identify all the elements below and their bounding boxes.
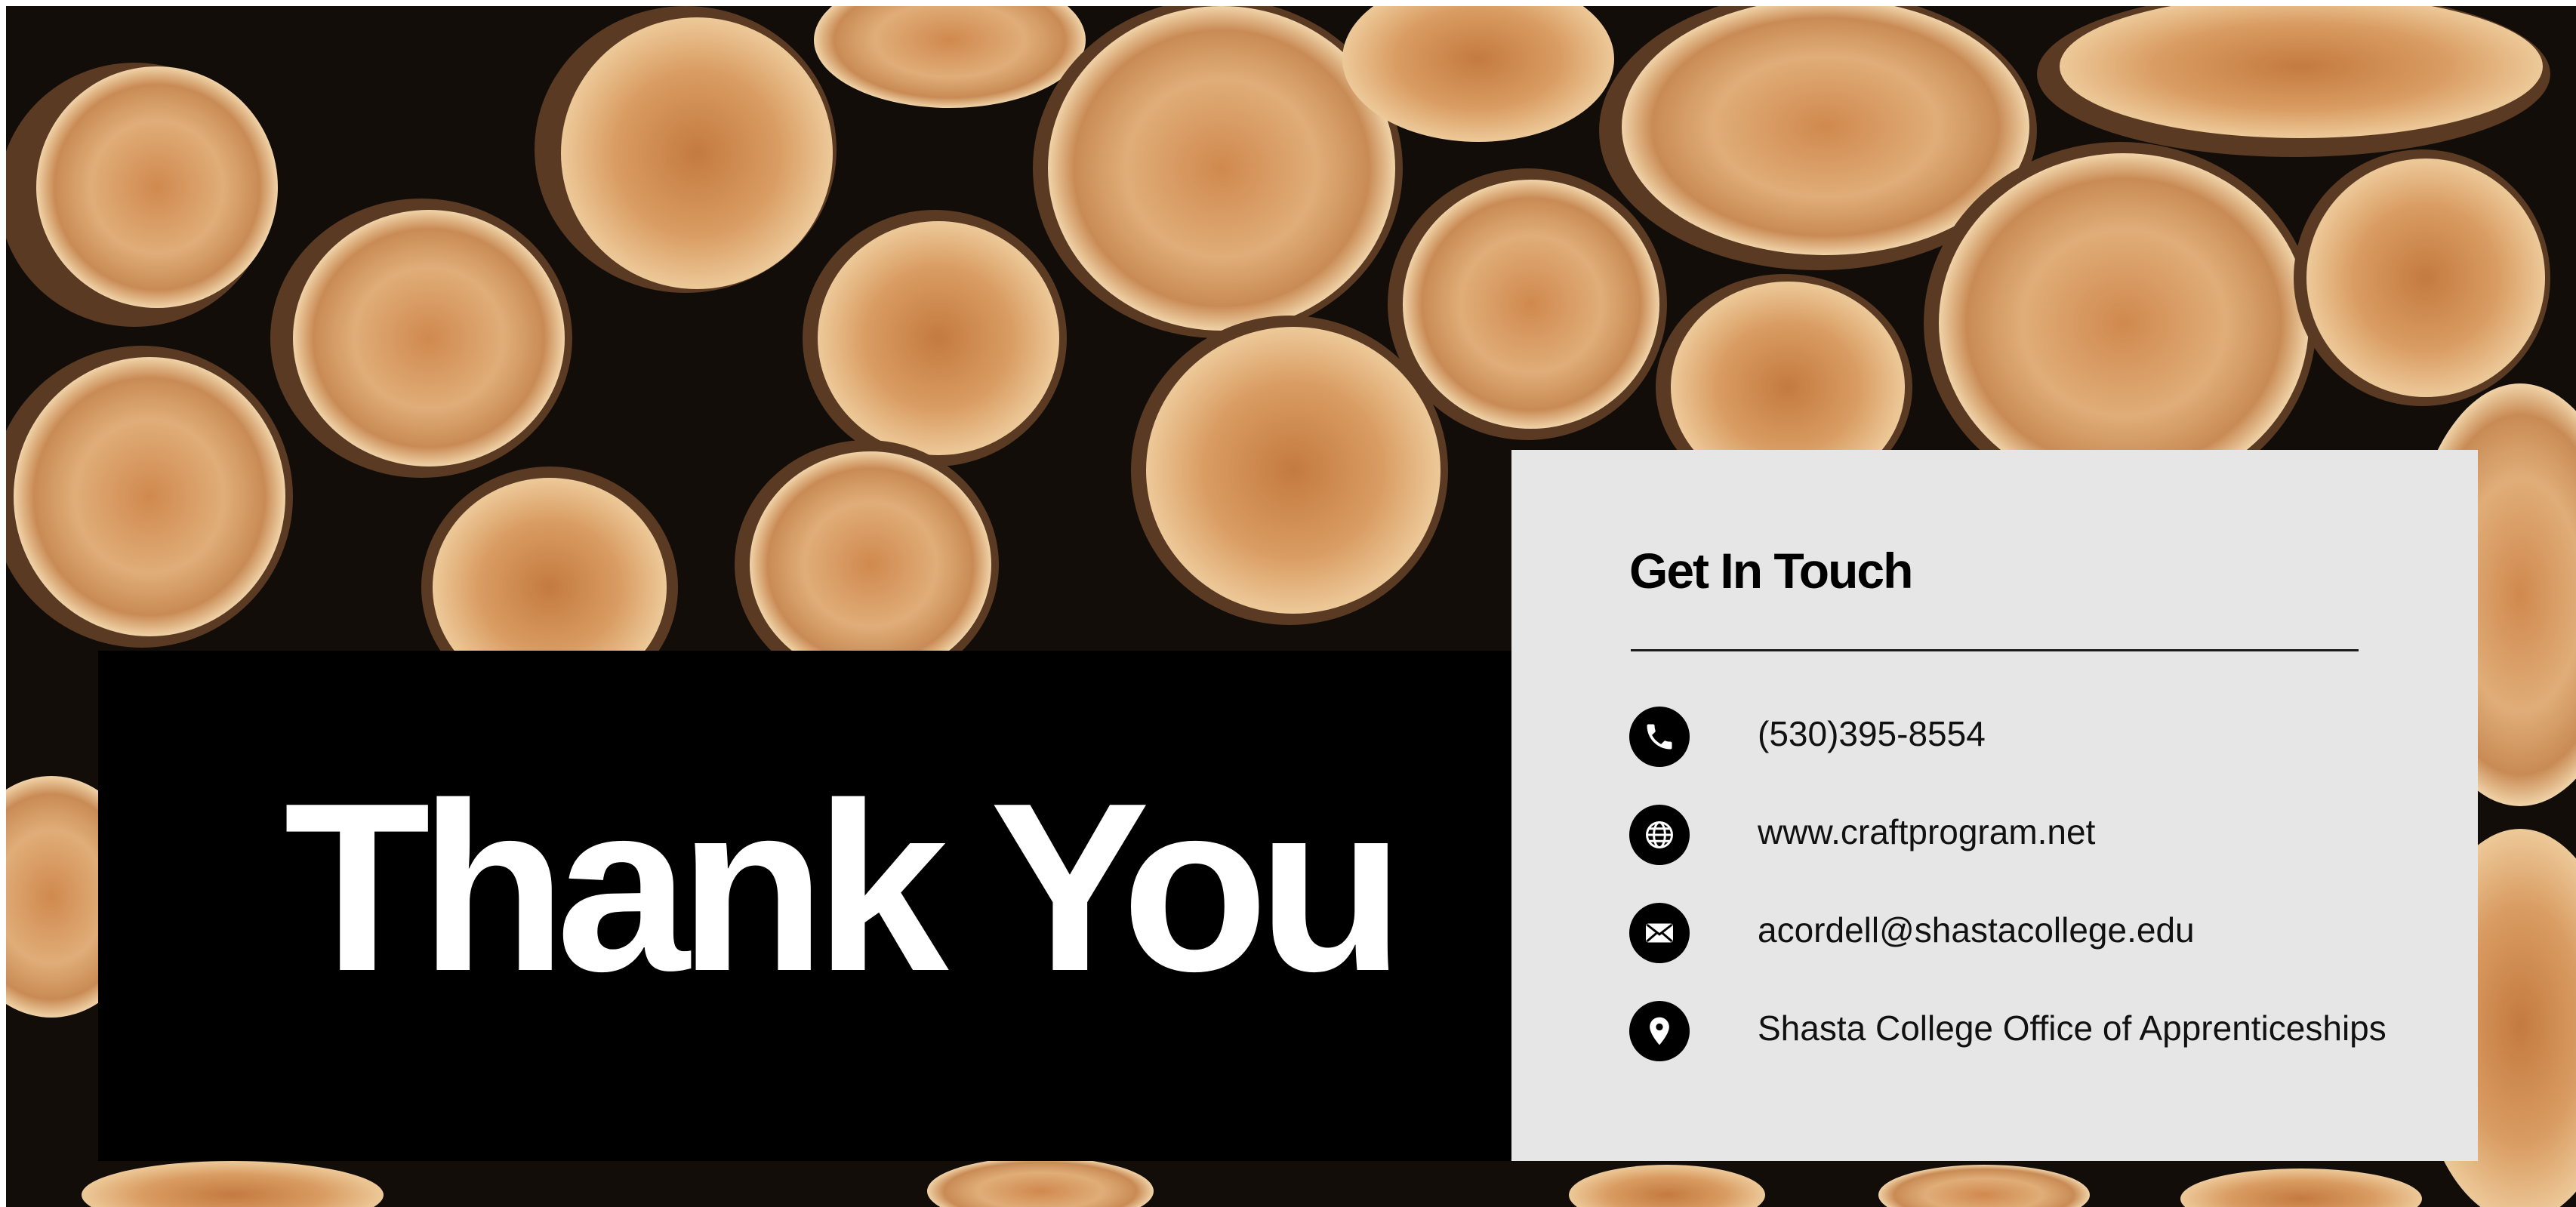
website-link[interactable]: www.craftprogram.net bbox=[1758, 809, 2392, 854]
contact-heading: Get In Touch bbox=[1629, 543, 1913, 599]
phone-number[interactable]: (530)395-8554 bbox=[1758, 711, 2392, 756]
email-icon bbox=[1629, 903, 1690, 963]
thank-you-panel: Thank You bbox=[98, 651, 1511, 1161]
thank-you-slide: Thank You Get In Touch (530)395-8554 www… bbox=[0, 0, 2576, 1207]
globe-icon bbox=[1629, 805, 1690, 865]
location-pin-icon bbox=[1629, 1001, 1690, 1061]
thank-you-title: Thank You bbox=[284, 753, 1404, 1021]
contact-divider bbox=[1631, 649, 2359, 651]
contact-card: Get In Touch (530)395-8554 www.craftprog… bbox=[1511, 450, 2478, 1161]
phone-icon bbox=[1629, 707, 1690, 767]
office-address: Shasta College Office of Apprenticeships bbox=[1758, 1008, 2386, 1048]
email-address[interactable]: acordell@shastacollege.edu bbox=[1758, 907, 2392, 953]
